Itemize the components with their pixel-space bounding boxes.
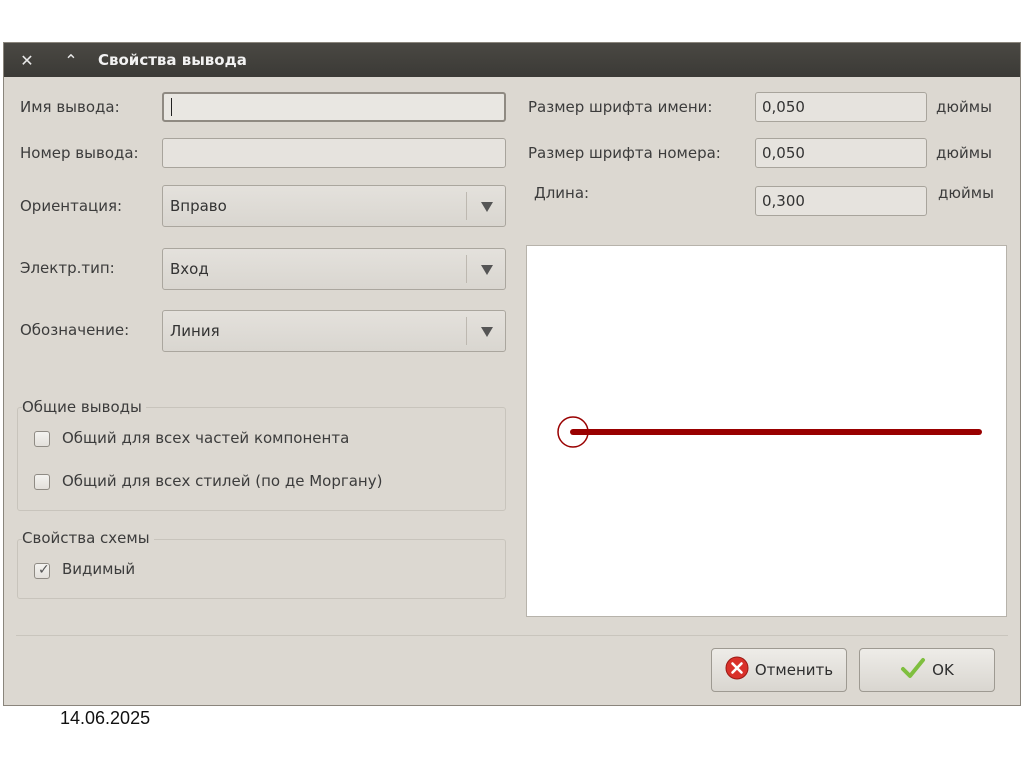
shade-window-button[interactable]: ⌃ [54, 47, 88, 73]
text-caret [171, 98, 172, 116]
name-font-size-input[interactable]: 0,050 [755, 92, 927, 122]
slide-date: 14.06.2025 [60, 708, 151, 728]
electrical-type-label: Электр.тип: [20, 259, 115, 277]
cancel-button-label: Отменить [754, 661, 834, 679]
pin-properties-dialog: ✕ ⌃ Свойства вывода Имя вывода: Номер вы… [3, 42, 1021, 706]
all-units-checkbox[interactable] [34, 431, 50, 447]
visible-label[interactable]: Видимый [62, 560, 135, 578]
chevron-up-icon: ⌃ [64, 50, 78, 70]
all-styles-checkbox[interactable] [34, 474, 50, 490]
pin-number-label: Номер вывода: [20, 144, 139, 162]
length-unit: дюймы [938, 184, 994, 202]
schematic-properties-title: Свойства схемы [22, 529, 154, 547]
pin-number-input[interactable] [162, 138, 506, 168]
checkmark-icon: ✓ [38, 562, 50, 578]
length-label: Длина: [534, 184, 590, 202]
cancel-icon [725, 656, 749, 684]
dropdown-arrow-icon [481, 202, 493, 212]
dropdown-arrow-icon [481, 265, 493, 275]
orientation-value: Вправо [170, 197, 227, 215]
close-window-button[interactable]: ✕ [10, 47, 44, 73]
name-font-size-unit: дюймы [936, 98, 992, 116]
visible-checkbox[interactable]: ✓ [34, 562, 50, 579]
graphic-style-label: Обозначение: [20, 321, 130, 339]
checkmark-icon [900, 656, 926, 684]
all-styles-label[interactable]: Общий для всех стилей (по де Моргану) [62, 472, 382, 490]
all-units-label[interactable]: Общий для всех частей компонента [62, 429, 349, 447]
name-font-size-label: Размер шрифта имени: [528, 98, 713, 116]
ok-button-label: OK [932, 661, 954, 679]
window-title: Свойства вывода [98, 51, 247, 69]
length-input[interactable]: 0,300 [755, 186, 927, 216]
graphic-style-select[interactable]: Линия [162, 310, 506, 352]
common-pins-title: Общие выводы [22, 398, 146, 416]
cancel-button[interactable]: Отменить [711, 648, 847, 692]
close-icon: ✕ [20, 50, 34, 70]
ok-button[interactable]: OK [859, 648, 995, 692]
pin-preview-drawing [557, 416, 982, 448]
graphic-style-value: Линия [170, 322, 220, 340]
pin-preview-canvas [526, 245, 1007, 617]
pin-name-input[interactable] [162, 92, 506, 122]
electrical-type-value: Вход [170, 260, 209, 278]
number-font-size-input[interactable]: 0,050 [755, 138, 927, 168]
button-divider [16, 635, 1008, 636]
number-font-size-unit: дюймы [936, 144, 992, 162]
electrical-type-select[interactable]: Вход [162, 248, 506, 290]
orientation-label: Ориентация: [20, 197, 123, 215]
dropdown-arrow-icon [481, 327, 493, 337]
pin-name-label: Имя вывода: [20, 98, 120, 116]
title-bar: ✕ ⌃ Свойства вывода [4, 43, 1020, 77]
common-pins-group [17, 407, 506, 511]
orientation-select[interactable]: Вправо [162, 185, 506, 227]
number-font-size-label: Размер шрифта номера: [528, 144, 721, 162]
